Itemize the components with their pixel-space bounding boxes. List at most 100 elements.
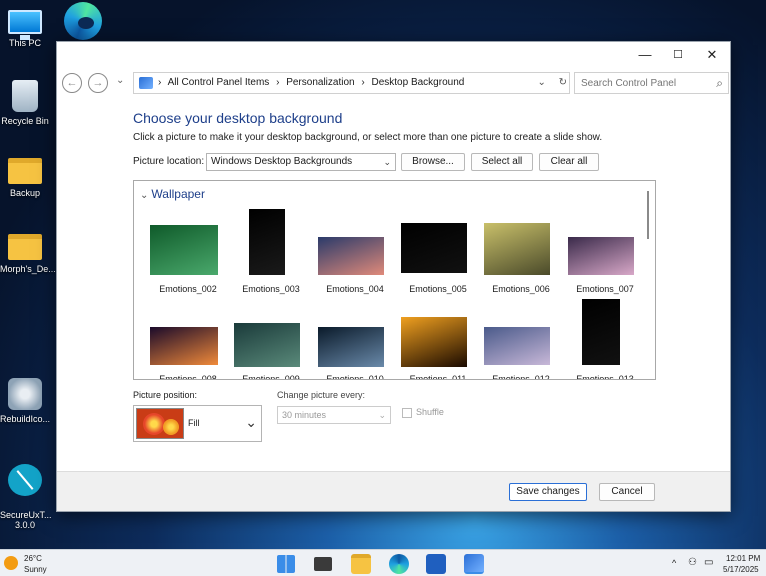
picture-position-select[interactable]: Fill ⌄ [133, 405, 262, 442]
breadcrumb-item[interactable]: All Control Panel Items [168, 77, 270, 88]
desktop-icon-this-pc[interactable]: This PC [0, 6, 50, 48]
recycle-bin-icon [12, 80, 38, 112]
taskbar: 26°C Sunny ^ ⚇ ▭ 12:01 PM 5/17/2025 [0, 549, 766, 576]
picture-position-label: Picture position: [133, 390, 198, 400]
thumbnail-caption: Emotions_012 [492, 374, 550, 380]
back-button[interactable]: ← [62, 73, 82, 93]
display-icon[interactable]: ▭ [704, 557, 713, 568]
weather-desc[interactable]: Sunny [24, 565, 47, 574]
thumbnail-caption: Emotions_002 [159, 284, 217, 294]
breadcrumb-item[interactable]: Personalization [286, 77, 354, 88]
refresh-icon[interactable]: ↻ [559, 77, 567, 88]
thumbnail-caption: Emotions_003 [242, 284, 300, 294]
save-changes-button[interactable]: Save changes [509, 483, 587, 501]
page-title: Choose your desktop background [133, 110, 343, 126]
thumbnail-caption: Emotions_006 [492, 284, 550, 294]
store-icon[interactable] [426, 554, 446, 574]
wallpaper-thumbnail[interactable] [484, 327, 550, 365]
thumbnail-caption: Emotions_010 [326, 374, 384, 380]
main-content: Choose your desktop background Click a p… [133, 110, 663, 179]
position-preview-image [136, 408, 184, 439]
app-icon [8, 464, 42, 496]
close-button[interactable]: ✕ [697, 45, 727, 65]
thumbnail-caption: Emotions_008 [159, 374, 217, 380]
desktop-icon-secureuxt[interactable]: SecureUxT... 3.0.0 [0, 454, 52, 540]
desktop-icon-label: Recycle Bin [1, 116, 49, 126]
desktop-background-window: — ☐ ✕ ← → ⌄ › All Control Panel Items › … [56, 41, 731, 512]
thumbnail-caption: Emotions_005 [409, 284, 467, 294]
edge-icon[interactable] [389, 554, 409, 574]
wallpaper-thumbnail[interactable] [318, 237, 384, 275]
maximize-button[interactable]: ☐ [663, 45, 693, 65]
chevron-up-icon[interactable]: ^ [672, 558, 676, 568]
desktop-icon-label: RebuildIco... [0, 414, 51, 424]
picture-location-label: Picture location: [133, 156, 205, 167]
file-explorer-icon[interactable] [351, 554, 371, 574]
browse-button[interactable]: Browse... [401, 153, 465, 171]
select-all-button[interactable]: Select all [471, 153, 533, 171]
clock-time[interactable]: 12:01 PM [726, 554, 760, 563]
computer-icon [8, 10, 42, 40]
start-icon[interactable] [277, 555, 295, 573]
clock-date[interactable]: 5/17/2025 [723, 565, 759, 574]
wallpaper-thumbnail[interactable] [249, 209, 285, 275]
wallpaper-gallery[interactable]: ⌄ Wallpaper Emotions_002 Emotions_003 Emoti… [133, 180, 656, 380]
thumbnail-caption: Emotions_009 [242, 374, 300, 380]
picture-location-select[interactable]: Windows Desktop Backgrounds ⌄ [206, 153, 396, 171]
chevron-down-icon: ⌄ [383, 157, 391, 167]
change-picture-label: Change picture every: [277, 390, 366, 400]
change-picture-select[interactable]: 30 minutes ⌄ [277, 406, 391, 424]
shuffle-label: Shuffle [416, 407, 444, 417]
app-icon [8, 378, 42, 410]
picture-location-row: Picture location: Windows Desktop Backgr… [133, 153, 663, 171]
control-panel-icon[interactable] [464, 554, 484, 574]
forward-button[interactable]: → [88, 73, 108, 93]
wallpaper-thumbnail[interactable] [484, 223, 550, 275]
wallpaper-thumbnail[interactable] [234, 323, 300, 367]
search-box[interactable]: ⌕ [574, 72, 729, 94]
clear-all-button[interactable]: Clear all [539, 153, 599, 171]
picture-options: Picture position: Fill ⌄ Change picture … [133, 388, 653, 448]
weather-temp[interactable]: 26°C [24, 554, 42, 563]
breadcrumb: › All Control Panel Items › Personalizat… [158, 77, 465, 88]
wallpaper-thumbnail[interactable] [150, 225, 218, 275]
wallpaper-thumbnail[interactable] [150, 327, 218, 365]
thumbnail-caption: Emotions_013 [576, 374, 634, 380]
desktop-icon-label: Morph's_De... [0, 264, 56, 274]
footer: Save changes Cancel [57, 471, 730, 511]
wallpaper-thumbnail[interactable] [401, 317, 467, 367]
desktop-icon-recycle-bin[interactable]: Recycle Bin [0, 80, 50, 126]
search-input[interactable] [575, 73, 705, 93]
recent-locations-button[interactable]: ⌄ [116, 75, 124, 86]
breadcrumb-item[interactable]: Desktop Background [371, 77, 464, 88]
address-bar[interactable]: › All Control Panel Items › Personalizat… [133, 72, 570, 94]
cancel-button[interactable]: Cancel [599, 483, 655, 501]
edge-icon[interactable] [64, 2, 102, 40]
chevron-down-icon: ⌄ [378, 410, 386, 420]
thumbnail-caption: Emotions_011 [409, 374, 467, 380]
desktop-icon-backup[interactable]: Backup [0, 152, 50, 198]
address-row: ← → ⌄ › All Control Panel Items › Person… [57, 70, 730, 96]
desktop-icon-morphs[interactable]: Morph's_De... [0, 228, 56, 274]
desktop-icon-label: SecureUxT... 3.0.0 [0, 510, 52, 530]
wallpaper-thumbnail[interactable] [568, 237, 634, 275]
search-icon: ⌕ [716, 76, 723, 90]
sun-icon [4, 556, 18, 570]
chevron-down-icon[interactable]: ⌄ [537, 77, 545, 88]
group-header-wallpaper[interactable]: ⌄ Wallpaper [140, 187, 205, 201]
wallpaper-thumbnail[interactable] [401, 223, 467, 273]
desktop-icon-label: Backup [9, 188, 41, 198]
folder-icon [8, 158, 42, 184]
wallpaper-thumbnail[interactable] [318, 327, 384, 367]
wallpaper-thumbnail[interactable] [582, 299, 620, 365]
thumbnail-caption: Emotions_007 [576, 284, 634, 294]
page-description: Click a picture to make it your desktop … [133, 132, 603, 143]
network-icon[interactable]: ⚇ [688, 557, 697, 568]
minimize-button[interactable]: — [630, 45, 660, 65]
shuffle-checkbox[interactable] [402, 408, 412, 418]
task-view-icon[interactable] [314, 557, 332, 571]
thumbnail-caption: Emotions_004 [326, 284, 384, 294]
desktop-icon-rebuildico[interactable]: RebuildIco... [0, 378, 50, 424]
scrollbar[interactable] [647, 191, 649, 239]
control-panel-icon [139, 77, 153, 89]
